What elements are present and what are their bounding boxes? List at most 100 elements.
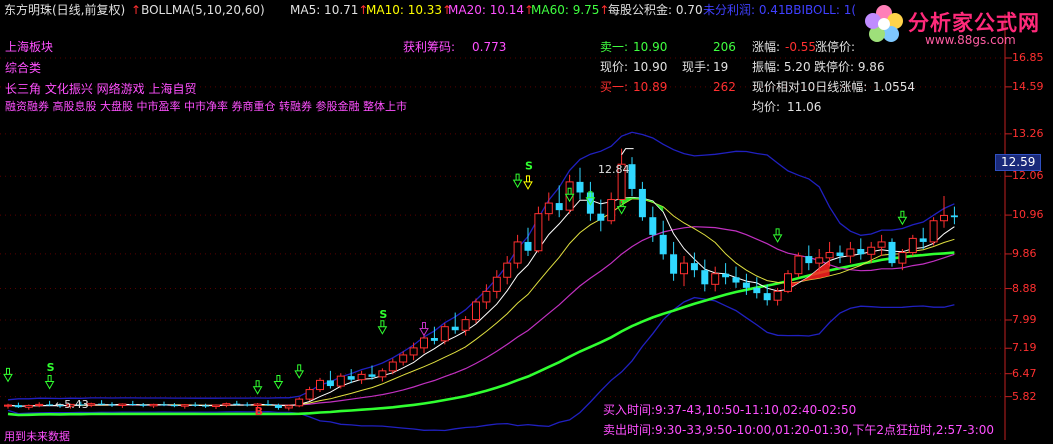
down-arrow-icon bbox=[772, 228, 783, 243]
candle-up bbox=[534, 213, 543, 252]
price-tick-label: 7.99 bbox=[1012, 312, 1037, 326]
low-price-value: 5.43 bbox=[64, 398, 89, 411]
candle-up bbox=[815, 257, 824, 264]
concept-tags-extended: 融资融券 高股息股 大盘股 中市盈率 中市净率 券商重仓 转融券 参股金融 整体… bbox=[5, 100, 407, 113]
candle-up bbox=[825, 252, 834, 259]
candle-up bbox=[409, 347, 418, 356]
candle-down bbox=[753, 287, 761, 294]
price-tick-label: 5.82 bbox=[1012, 389, 1037, 403]
rel10-label: 现价相对10日线涨幅: bbox=[752, 80, 868, 94]
arrow-up-icon: ↑ bbox=[131, 3, 142, 17]
candle-up bbox=[784, 273, 792, 292]
indicator-name: ↑BOLLMA(5,10,20,60) bbox=[131, 3, 265, 17]
candle-down bbox=[722, 273, 730, 278]
candle-up bbox=[461, 319, 470, 331]
down-arrow-icon bbox=[377, 320, 388, 335]
candle-up bbox=[420, 337, 428, 349]
candle-up bbox=[212, 404, 220, 408]
candle-down bbox=[659, 234, 667, 255]
candle-down bbox=[264, 404, 272, 406]
current-price-label: 现价: bbox=[600, 60, 629, 74]
candle-down bbox=[191, 404, 199, 406]
down-arrow-icon bbox=[897, 210, 908, 226]
candle-down bbox=[638, 188, 646, 218]
candle-down bbox=[586, 192, 594, 214]
down-arrow-icon bbox=[273, 374, 284, 390]
candle-up bbox=[24, 404, 33, 408]
high-marker bbox=[621, 148, 634, 155]
ma5-label: MA5: 10.71↑ bbox=[290, 3, 368, 17]
signal-markers: S S S B bbox=[3, 148, 908, 418]
candle-up bbox=[180, 404, 189, 407]
avg-price: 11.06 bbox=[787, 100, 822, 114]
sell1-label: 卖一: bbox=[600, 40, 629, 54]
ma20-value: MA20: 10.14 bbox=[448, 3, 525, 17]
candle-down bbox=[670, 254, 678, 274]
candle-down bbox=[108, 404, 116, 406]
candle-down bbox=[597, 213, 605, 221]
candle-down bbox=[763, 293, 771, 301]
candle-up bbox=[513, 241, 522, 264]
current-price: 10.90 bbox=[633, 60, 668, 74]
ma20-label: MA20: 10.14↑ bbox=[448, 3, 534, 17]
sell1-volume: 206 bbox=[713, 40, 736, 54]
candle-up bbox=[284, 405, 293, 409]
candle-down bbox=[555, 203, 563, 211]
price-tick-label: 7.19 bbox=[1012, 341, 1037, 355]
candle-down bbox=[919, 238, 927, 242]
down-arrow-icon bbox=[252, 380, 263, 395]
ma5-line bbox=[7, 196, 955, 407]
rel10-value: 1.0554 bbox=[873, 80, 915, 94]
candle-up bbox=[316, 379, 324, 391]
current-hand: 19 bbox=[713, 60, 729, 74]
candle-up bbox=[87, 403, 96, 406]
candle-up bbox=[940, 214, 948, 222]
candle-down bbox=[690, 263, 698, 271]
sector-label: 上海板块 bbox=[5, 40, 54, 54]
candles bbox=[4, 148, 958, 411]
candle-down bbox=[98, 403, 106, 405]
sell-signal-icon: S bbox=[525, 160, 533, 173]
candle-down bbox=[430, 338, 438, 341]
candle-up bbox=[867, 246, 876, 255]
ma5-value: MA5: 10.71 bbox=[290, 3, 359, 17]
candle-down bbox=[46, 404, 54, 406]
down-arrow-icon bbox=[3, 367, 13, 383]
candle-up bbox=[440, 326, 449, 342]
limit-down-price: 跌停价: 9.86 bbox=[814, 60, 885, 74]
candle-up bbox=[898, 252, 907, 264]
price-tick-label: 9.86 bbox=[1012, 246, 1037, 260]
ma60-label: MA60: 9.75↑ bbox=[531, 3, 609, 17]
buy1-price: 10.89 bbox=[633, 80, 668, 94]
candle-up bbox=[794, 255, 803, 275]
current-hand-label: 现手: bbox=[682, 60, 711, 74]
candle-up bbox=[118, 403, 127, 406]
candle-down bbox=[628, 164, 636, 189]
low-price-label: ←5.43 bbox=[55, 398, 89, 411]
candle-down bbox=[233, 403, 241, 405]
candle-up bbox=[492, 276, 501, 292]
sell-signal-icon: S bbox=[47, 361, 55, 374]
down-arrow-icon bbox=[44, 374, 55, 390]
bollinger-bands bbox=[7, 131, 955, 432]
candle-down bbox=[347, 376, 355, 380]
candle-down bbox=[14, 405, 22, 408]
candle-up bbox=[222, 403, 231, 406]
ma10-line bbox=[7, 198, 955, 407]
category-label: 综合类 bbox=[5, 61, 42, 75]
price-tick-label: 12.06 bbox=[1012, 169, 1044, 183]
candle-down bbox=[326, 380, 334, 387]
candle-up bbox=[399, 354, 408, 363]
candle-down bbox=[857, 248, 865, 255]
candle-down bbox=[649, 217, 657, 235]
ma10-value: MA10: 10.33 bbox=[366, 3, 443, 17]
candle-up bbox=[773, 290, 782, 301]
candle-down bbox=[742, 282, 750, 288]
candle-up bbox=[503, 262, 512, 278]
candle-up bbox=[482, 290, 491, 303]
moving-averages bbox=[7, 196, 955, 417]
ma20-line bbox=[7, 226, 955, 407]
kline-chart[interactable]: S S S B bbox=[0, 0, 1053, 440]
change-value: -0.55 bbox=[785, 40, 817, 54]
candle-up bbox=[877, 241, 886, 248]
